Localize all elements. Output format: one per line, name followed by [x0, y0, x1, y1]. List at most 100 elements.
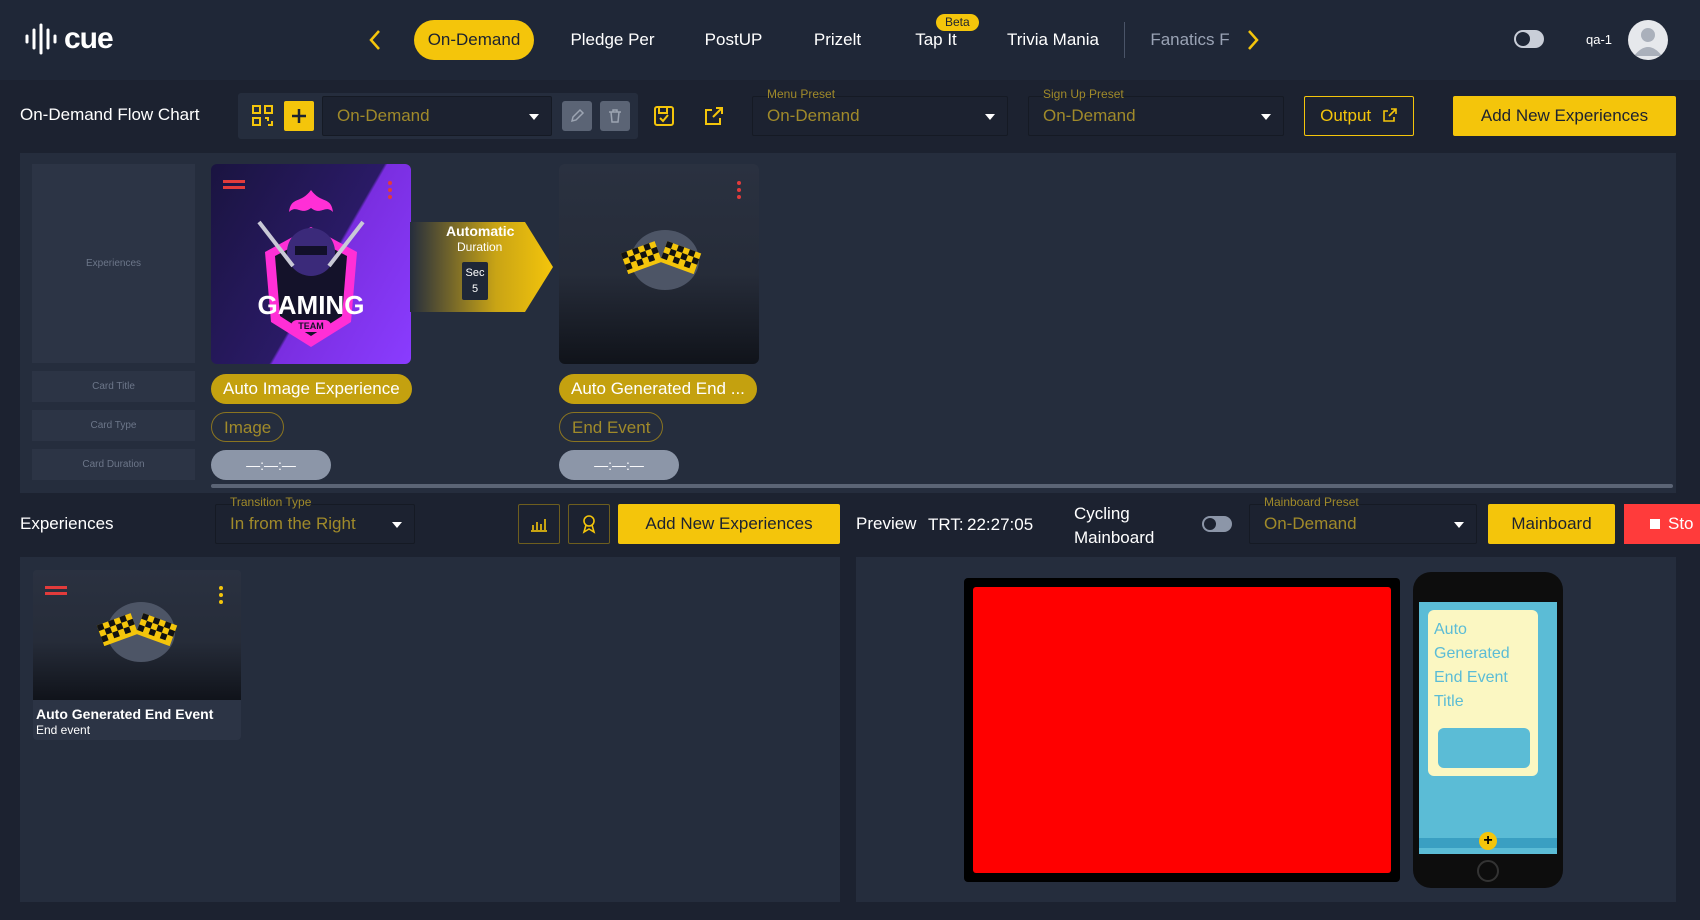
phone-preview: Auto Generated End Event Title +: [1413, 572, 1563, 888]
tab-prizelt[interactable]: Prizelt: [805, 20, 870, 60]
avatar[interactable]: [1628, 20, 1668, 60]
chevron-down-icon: [392, 522, 402, 528]
mainboard-screen-content: [973, 587, 1391, 873]
brand-name: cue: [64, 22, 114, 55]
top-nav: cue On-Demand Pledge Per PostUP Prizelt …: [0, 0, 1700, 80]
drag-handle-icon[interactable]: [45, 586, 67, 598]
phone-card-button: [1438, 728, 1530, 768]
more-vertical-icon[interactable]: [219, 586, 223, 607]
card-title-pill: Auto Image Experience: [211, 374, 412, 404]
menu-preset-caption: Menu Preset: [767, 87, 836, 101]
nav-prev-arrow[interactable]: [368, 28, 382, 57]
phone-home-button: [1477, 860, 1499, 882]
cycling-mainboard-label: Cycling Mainboard: [1074, 504, 1155, 547]
chevron-right-icon: [1248, 30, 1259, 50]
award-icon: [582, 515, 596, 534]
qr-button[interactable]: [250, 103, 276, 129]
trt-label: TRT:: [928, 515, 964, 534]
analytics-button[interactable]: [518, 504, 560, 544]
transition-kind: Duration: [457, 240, 503, 254]
delete-button[interactable]: [600, 101, 630, 131]
add-new-experiences-button-2[interactable]: Add New Experiences: [618, 504, 840, 544]
nav-next-arrow[interactable]: [1246, 28, 1260, 57]
duration-box[interactable]: Sec 5: [462, 262, 488, 300]
waveform-icon: [25, 23, 57, 55]
gaming-logo-image: GAMING TEAM: [257, 190, 365, 347]
qr-code-icon: [252, 105, 273, 126]
stop-label: Sto: [1668, 514, 1694, 533]
share-icon: [705, 107, 723, 125]
edit-button[interactable]: [562, 101, 592, 131]
tab-tap-it[interactable]: Tap It: [906, 20, 966, 60]
card-type-pill: Image: [211, 412, 285, 442]
flow-card-image[interactable]: GAMING TEAM: [211, 164, 411, 364]
flow-select-value: On-Demand: [337, 106, 430, 125]
preview-label: Preview: [856, 514, 917, 533]
add-flow-button[interactable]: [284, 101, 314, 131]
flow-select[interactable]: On-Demand: [322, 96, 552, 136]
mainboard-preset-value: On-Demand: [1264, 514, 1357, 533]
checkered-flags-icon: [620, 230, 702, 290]
flow-card-end-event[interactable]: [559, 164, 759, 364]
experience-title: Auto Generated End Event: [36, 706, 214, 722]
transition-type-caption: Transition Type: [230, 495, 312, 509]
row-label-card-type: Card Type: [32, 410, 195, 441]
menu-preset-select[interactable]: Menu Preset On-Demand: [752, 87, 1008, 136]
chevron-down-icon: [1454, 522, 1464, 528]
card-title-pill: Auto Generated End ...: [559, 374, 757, 404]
row-label-card-title: Card Title: [32, 371, 195, 402]
more-vertical-icon[interactable]: [737, 181, 741, 202]
cycling-toggle[interactable]: [1202, 516, 1232, 532]
tab-on-demand[interactable]: On-Demand: [414, 20, 534, 60]
tab-fanatics[interactable]: Fanatics F: [1145, 20, 1235, 60]
card-duration-pill[interactable]: —:—:—: [211, 450, 331, 480]
horizontal-scrollbar[interactable]: [211, 484, 1673, 488]
cue-logo[interactable]: cue: [24, 22, 114, 56]
stop-icon: [1650, 519, 1660, 529]
add-new-experiences-button[interactable]: Add New Experiences: [1453, 96, 1676, 136]
more-vertical-icon[interactable]: [388, 181, 392, 202]
page-title: On-Demand Flow Chart: [20, 105, 200, 124]
award-button[interactable]: [568, 504, 610, 544]
signup-preset-value: On-Demand: [1043, 106, 1136, 125]
transition-mode: Automatic: [446, 223, 515, 239]
transition-type-select[interactable]: Transition Type In from the Right: [215, 495, 415, 544]
tab-trivia-mania[interactable]: Trivia Mania: [1002, 20, 1104, 60]
signup-preset-select[interactable]: Sign Up Preset On-Demand: [1028, 87, 1284, 136]
transition-type-value: In from the Right: [230, 514, 356, 533]
trash-icon: [609, 109, 621, 123]
chevron-down-icon: [1261, 114, 1271, 120]
drag-handle-icon[interactable]: [223, 180, 245, 192]
duration-value: 5: [471, 283, 479, 295]
share-button[interactable]: [700, 102, 728, 130]
svg-text:TEAM: TEAM: [298, 321, 324, 331]
experiences-heading: Experiences: [20, 514, 114, 533]
card-type-pill: End Event: [559, 412, 664, 442]
row-label-card-duration: Card Duration: [32, 449, 195, 480]
mainboard-preset-select[interactable]: Mainboard Preset On-Demand: [1249, 495, 1477, 544]
output-button[interactable]: Output: [1304, 96, 1414, 136]
stop-button[interactable]: Sto: [1624, 504, 1700, 544]
tab-postup[interactable]: PostUP: [696, 20, 771, 60]
moon-icon: [1516, 32, 1530, 46]
experience-thumbnail: [33, 570, 241, 700]
row-label-experiences: Experiences: [32, 164, 195, 363]
output-label: Output: [1320, 106, 1372, 125]
card-duration-pill[interactable]: —:—:—: [559, 450, 679, 480]
theme-toggle[interactable]: [1514, 30, 1544, 48]
plus-icon: [292, 109, 306, 123]
phone-add-icon: +: [1479, 832, 1497, 850]
chevron-down-icon: [985, 114, 995, 120]
nav-divider: [1124, 22, 1125, 58]
phone-card-text: Auto Generated End Event Title: [1434, 621, 1510, 710]
checkered-flags-icon: [96, 602, 178, 662]
experience-item[interactable]: Auto Generated End Event End event: [33, 570, 241, 740]
pencil-icon: [570, 108, 585, 123]
external-link-icon: [1383, 108, 1397, 122]
save-flow-button[interactable]: [650, 102, 678, 130]
tab-pledge-per[interactable]: Pledge Per: [560, 20, 665, 60]
phone-card: Auto Generated End Event Title: [1428, 610, 1538, 776]
mainboard-button[interactable]: Mainboard: [1488, 504, 1615, 544]
chevron-left-icon: [369, 30, 380, 50]
mainboard-preset-caption: Mainboard Preset: [1264, 495, 1359, 509]
